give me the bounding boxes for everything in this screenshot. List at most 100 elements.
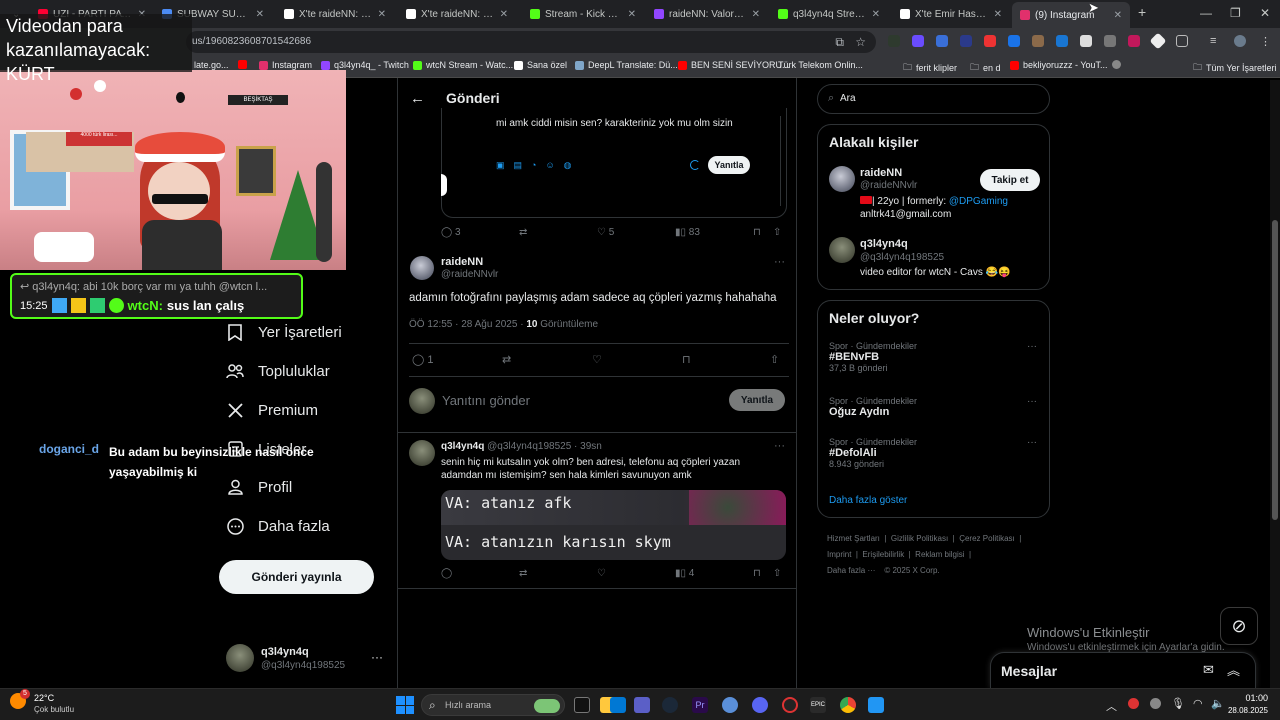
extension-icon[interactable] xyxy=(1032,35,1044,47)
show-more-link[interactable]: Daha fazla göster xyxy=(829,495,907,506)
poll-icon[interactable]: ◔ xyxy=(531,160,536,171)
footer-link[interactable]: Çerez Politikası xyxy=(959,534,1015,543)
like-icon[interactable]: ♡ xyxy=(592,353,602,366)
close-icon[interactable]: ✕ xyxy=(1114,10,1122,21)
reading-list-icon[interactable]: ≡ xyxy=(1210,35,1222,47)
tab-4[interactable]: Stream - Kick Dashbo✕ xyxy=(522,4,644,24)
obs-icon[interactable] xyxy=(782,697,798,713)
avatar[interactable] xyxy=(410,256,434,280)
repost-icon[interactable]: ⇄ xyxy=(519,227,527,238)
image-icon[interactable]: ▣ xyxy=(496,160,505,171)
scroll-handle[interactable] xyxy=(441,174,447,196)
close-icon[interactable]: ✕ xyxy=(628,9,636,20)
tab-8-active[interactable]: (9) Instagram ✕ xyxy=(1012,2,1130,28)
close-icon[interactable]: ✕ xyxy=(500,9,508,20)
tab-7[interactable]: X'te Emir Haspolat: "✕ xyxy=(892,4,1010,24)
discord-icon[interactable] xyxy=(752,697,768,713)
like-icon[interactable]: ♡ 5 xyxy=(597,227,614,238)
grok-icon[interactable]: ⊘ xyxy=(1220,607,1258,645)
speaker-icon[interactable]: 🔈 xyxy=(1211,697,1225,710)
bookmark-item[interactable]: wtcN Stream - Watc... xyxy=(413,60,513,70)
extension-icon[interactable] xyxy=(1128,35,1140,47)
window-close-icon[interactable]: ✕ xyxy=(1260,6,1270,20)
extension-icon[interactable] xyxy=(912,35,924,47)
footer-link[interactable]: Daha fazla ··· xyxy=(827,566,875,575)
reply-input[interactable]: Yanıtını gönder xyxy=(442,393,530,408)
trend-item[interactable]: Spor · Gündemdekiler Oğuz Aydın ··· xyxy=(829,396,1039,418)
close-icon[interactable]: ✕ xyxy=(256,9,264,20)
footer-link[interactable]: Erişilebilirlik xyxy=(862,550,904,559)
bookmark-item[interactable]: Türk Telekom Onlin... xyxy=(778,60,863,70)
profile-avatar[interactable] xyxy=(1234,35,1246,47)
more-dots-icon[interactable]: ··· xyxy=(774,440,785,452)
share-icon[interactable]: ⇧ xyxy=(770,353,779,366)
footer-link[interactable]: Imprint xyxy=(827,550,851,559)
task-view-icon[interactable] xyxy=(574,697,590,713)
repost-icon[interactable]: ⇄ xyxy=(519,568,527,579)
bookmark-item[interactable]: q3l4yn4q_ - Twitch xyxy=(321,60,409,70)
footer-link[interactable]: Hizmet Şartları xyxy=(827,534,880,543)
bookmark-item[interactable]: Sana özel xyxy=(514,60,567,70)
page-scrollbar[interactable] xyxy=(1270,80,1280,688)
bookmark-item[interactable]: 🗀 en d xyxy=(970,60,1001,76)
views-icon[interactable]: ▮▯ 83 xyxy=(675,227,700,238)
bookmark-item[interactable]: DeepL Translate: Dü... xyxy=(575,60,678,70)
close-icon[interactable]: ✕ xyxy=(752,9,760,20)
tray-app-icon[interactable] xyxy=(1128,698,1139,709)
steam-icon[interactable] xyxy=(662,697,678,713)
photos-icon[interactable] xyxy=(868,697,884,713)
gif-icon[interactable]: ▤ xyxy=(514,160,523,171)
bookmark-item[interactable] xyxy=(1112,60,1121,69)
footer-link[interactable]: Reklam bilgisi xyxy=(915,550,964,559)
extension-icon[interactable] xyxy=(984,35,996,47)
extension-icon[interactable] xyxy=(960,35,972,47)
extension-icon[interactable] xyxy=(1008,35,1020,47)
sidebar-item-communities[interactable]: Topluluklar xyxy=(226,362,330,380)
chrome-icon[interactable] xyxy=(840,697,856,713)
tab-2[interactable]: X'te raideNN: "@q3l4✕ xyxy=(276,4,394,24)
bookmark-icon[interactable]: ⊓ xyxy=(682,353,691,366)
taskbar-search-input[interactable]: ⌕ Hızlı arama xyxy=(421,694,565,716)
more-dots-icon[interactable]: ··· xyxy=(1027,341,1037,352)
epic-games-icon[interactable]: EPIC xyxy=(810,697,826,713)
menu-dots-icon[interactable]: ⋮ xyxy=(1260,35,1272,48)
reply-icon[interactable]: ◯ xyxy=(441,568,452,579)
extension-icon[interactable] xyxy=(1056,35,1068,47)
windows-start-icon[interactable] xyxy=(396,696,414,714)
reply-icon[interactable]: ◯ 1 xyxy=(412,353,434,366)
microphone-icon[interactable]: 🎙 xyxy=(1171,697,1185,710)
reply-media-image[interactable]: VA: atanız afk VA: atanızın karısın skym xyxy=(441,490,786,560)
close-icon[interactable]: ✕ xyxy=(378,9,386,20)
reply-button[interactable]: Yanıtla xyxy=(729,389,785,411)
like-icon[interactable]: ♡ xyxy=(597,568,606,579)
scrollbar-thumb[interactable] xyxy=(1272,220,1278,520)
bookmark-item[interactable]: bekliyoruzzz - YouT... xyxy=(1010,60,1108,70)
clock-date[interactable]: 28.08.2025 xyxy=(1224,706,1268,715)
address-bar[interactable]: us/1960823608701542686 ⧉ ☆ xyxy=(186,31,876,53)
footer-link[interactable]: Gizlilik Politikası xyxy=(891,534,948,543)
trend-item[interactable]: Spor · Gündemdekiler #DefolAli 8.943 gön… xyxy=(829,437,1039,469)
avatar[interactable] xyxy=(409,440,435,466)
trend-item[interactable]: Spor · Gündemdekiler #BENvFB 37,3 B gönd… xyxy=(829,341,1039,373)
messages-drawer[interactable]: Mesajlar ✉ ︽ xyxy=(990,652,1256,688)
post-button[interactable]: Gönderi yayınla xyxy=(219,560,374,594)
close-icon[interactable]: ✕ xyxy=(994,9,1002,20)
avatar[interactable] xyxy=(829,237,855,263)
bookmark-icon[interactable]: ⊓ xyxy=(753,227,761,238)
extension-icon[interactable] xyxy=(888,35,900,47)
extension-icon[interactable] xyxy=(1104,35,1116,47)
teams-icon[interactable] xyxy=(634,697,650,713)
outlook-icon[interactable] xyxy=(610,697,626,713)
clock-time[interactable]: 01:00 xyxy=(1226,693,1268,703)
search-input[interactable]: ⌕ Ara xyxy=(817,84,1050,114)
tab-5[interactable]: raideNN: Valorant Pl✕ xyxy=(646,4,768,24)
more-dots-icon[interactable]: ··· xyxy=(1027,437,1037,448)
more-dots-icon[interactable]: ··· xyxy=(1027,396,1037,407)
bookmark-item[interactable]: late.go... xyxy=(194,60,229,70)
maximize-icon[interactable]: ❐ xyxy=(1230,6,1241,20)
follow-button[interactable]: Takip et xyxy=(980,169,1040,191)
quoted-post-card[interactable]: mi amk ciddi misin sen? karakteriniz yok… xyxy=(441,108,787,218)
new-message-icon[interactable]: ✉ xyxy=(1203,662,1214,678)
bookmark-item[interactable]: BEN SENİ SEVİYORU... xyxy=(678,60,790,70)
new-tab-icon[interactable]: + xyxy=(1138,4,1146,20)
